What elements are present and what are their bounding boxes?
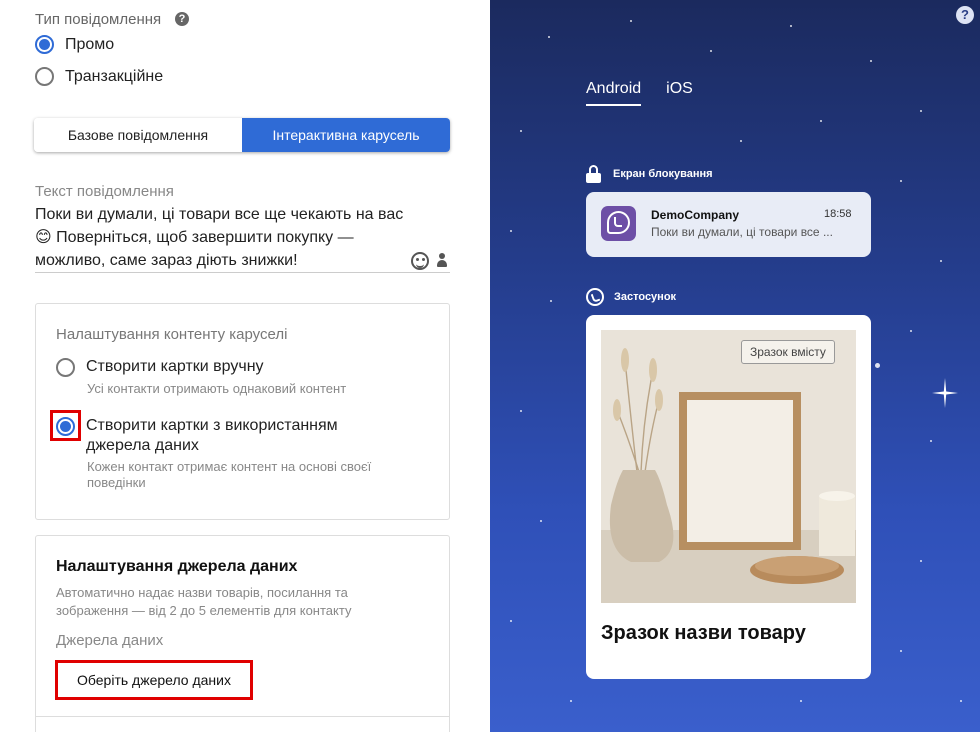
- tab-basic-message[interactable]: Базове повідомлення: [34, 118, 242, 152]
- notification-time: 18:58: [824, 208, 852, 220]
- lock-screen-label: Екран блокування: [613, 168, 713, 180]
- tab-android[interactable]: Android: [586, 80, 642, 106]
- message-format-switch: Базове повідомлення Інтерактивна карусел…: [34, 118, 450, 152]
- sparkle-icon: [932, 378, 958, 408]
- star: [548, 36, 550, 38]
- emoji-icon[interactable]: [411, 252, 429, 270]
- datasource-description: Автоматично надає назви товарів, посилан…: [56, 585, 352, 618]
- star: [550, 300, 552, 302]
- product-photo: [601, 330, 856, 603]
- datasource-settings: Налаштування джерела даних Автоматично н…: [35, 535, 450, 732]
- option-description: Кожен контакт отримає контент на основі …: [87, 459, 372, 490]
- lock-screen-notification: DemoCompany 18:58 Поки ви думали, ці тов…: [586, 192, 871, 257]
- carousel-card-preview: Зразок вмісту Зразок назви товару: [586, 315, 871, 679]
- message-text-label: Текст повідомлення: [35, 183, 174, 200]
- radio-promo[interactable]: Промо: [35, 35, 114, 54]
- choose-datasource-button[interactable]: Оберіть джерело даних: [59, 664, 249, 696]
- viber-icon: [586, 288, 604, 306]
- star: [520, 130, 522, 132]
- message-settings-panel: Тип повідомлення ? Промо Транзакційне Ба…: [0, 0, 490, 732]
- star: [900, 650, 902, 652]
- notification-sender: DemoCompany: [651, 208, 740, 222]
- radio-button-selected[interactable]: [35, 35, 54, 54]
- star: [510, 230, 512, 232]
- star: [930, 440, 932, 442]
- divider: [36, 716, 449, 717]
- personalization-icon[interactable]: [437, 253, 447, 268]
- star: [870, 60, 872, 62]
- preview-panel: ? Android iOS Екран блокування DemoCompa…: [490, 0, 980, 732]
- star: [920, 110, 922, 112]
- star: [920, 560, 922, 562]
- star: [800, 700, 802, 702]
- lock-screen-heading: Екран блокування: [586, 165, 713, 183]
- option-manual-cards[interactable]: Створити картки вручну: [56, 357, 264, 377]
- product-title: Зразок назви товару: [601, 622, 806, 644]
- star: [520, 410, 522, 412]
- option-description: Усі контакти отримають однаковий контент: [87, 381, 347, 396]
- star: [940, 260, 942, 262]
- message-type-label: Тип повідомлення: [35, 11, 162, 28]
- radio-transactional[interactable]: Транзакційне: [35, 67, 163, 86]
- radio-button[interactable]: [56, 358, 75, 377]
- option-label: Створити картки вручну: [86, 358, 264, 375]
- tab-interactive-carousel[interactable]: Інтерактивна карусель: [242, 118, 450, 152]
- star: [875, 363, 880, 368]
- star: [570, 700, 572, 702]
- option-label: Створити картки з використанням джерела …: [86, 417, 338, 454]
- datasource-label: Джерела даних: [56, 632, 164, 649]
- star: [630, 20, 632, 22]
- message-text-input[interactable]: Поки ви думали, ці товари все ще чекають…: [35, 203, 405, 272]
- radio-label: Транзакційне: [65, 67, 164, 85]
- radio-button-selected[interactable]: [56, 417, 75, 436]
- star: [540, 520, 542, 522]
- notification-preview: Поки ви думали, ці товари все ...: [651, 225, 833, 239]
- sample-content-badge: Зразок вмісту: [741, 340, 835, 364]
- star: [790, 25, 792, 27]
- star: [710, 50, 712, 52]
- help-icon[interactable]: ?: [956, 6, 974, 24]
- carousel-content-settings: Налаштування контенту каруселі Створити …: [35, 303, 450, 520]
- lock-icon: [586, 165, 601, 183]
- tab-ios[interactable]: iOS: [666, 80, 693, 106]
- input-underline: [35, 272, 450, 273]
- option-datasource-cards[interactable]: Створити картки з використанням джерела …: [56, 416, 376, 456]
- product-image: Зразок вмісту: [601, 330, 856, 603]
- platform-tabs: Android iOS: [586, 80, 718, 106]
- star: [820, 120, 822, 122]
- viber-logo-icon: [601, 206, 636, 241]
- star: [740, 140, 742, 142]
- star: [900, 180, 902, 182]
- carousel-settings-heading: Налаштування контенту каруселі: [56, 326, 288, 343]
- app-heading: Застосунок: [586, 288, 676, 306]
- app-label: Застосунок: [614, 291, 677, 303]
- radio-button[interactable]: [35, 67, 54, 86]
- star: [960, 700, 962, 702]
- datasource-title: Налаштування джерела даних: [56, 558, 298, 575]
- radio-label: Промо: [65, 35, 115, 53]
- help-icon[interactable]: ?: [175, 12, 189, 26]
- star: [510, 620, 512, 622]
- star: [910, 330, 912, 332]
